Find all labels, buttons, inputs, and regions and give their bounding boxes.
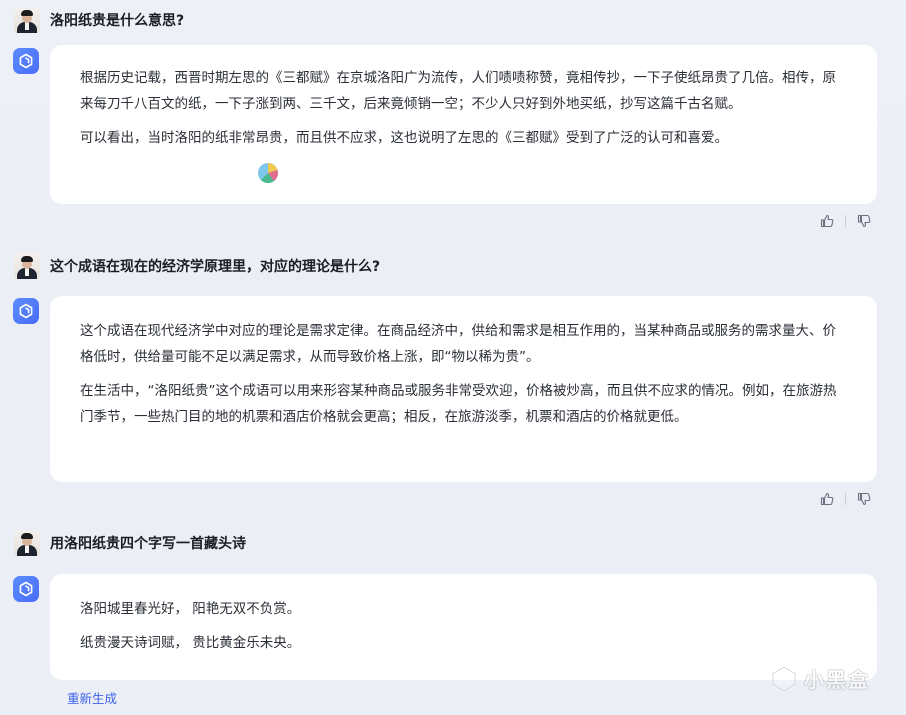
user-question: 洛阳纸贵是什么意思?	[50, 13, 185, 29]
user-question: 用洛阳纸贵四个字写一首藏头诗	[50, 536, 246, 552]
user-question: 这个成语在现在的经济学原理里，对应的理论是什么?	[50, 259, 381, 275]
feedback-bar	[819, 491, 872, 507]
thumbs-down-icon[interactable]	[856, 491, 872, 507]
cursor-loading-icon	[257, 162, 279, 184]
poem-line: 纸贵漫天诗词赋， 贵比黄金乐未央。	[80, 635, 301, 651]
divider	[845, 215, 846, 227]
answer-paragraph: 根据历史记载，西晋时期左思的《三都赋》在京城洛阳广为流传，人们啧啧称赞，竟相传抄…	[80, 70, 836, 112]
answer-paragraph: 在生活中，“洛阳纸贵”这个成语可以用来形容某种商品或服务非常受欢迎，价格被炒高，…	[80, 383, 837, 425]
poem-line: 洛阳城里春光好， 阳艳无双不负赏。	[80, 601, 301, 617]
bot-answer-3: 洛阳城里春光好， 阳艳无双不负赏。 纸贵漫天诗词赋， 贵比黄金乐未央。	[50, 574, 877, 680]
user-message-3: 用洛阳纸贵四个字写一首藏头诗	[14, 530, 246, 556]
user-avatar	[14, 253, 40, 279]
divider	[845, 493, 846, 505]
thumbs-down-icon[interactable]	[856, 213, 872, 229]
bot-answer-2: 这个成语在现代经济学中对应的理论是需求定律。在商品经济中，供给和需求是相互作用的…	[50, 296, 877, 482]
feedback-bar	[819, 213, 872, 229]
answer-paragraph: 这个成语在现代经济学中对应的理论是需求定律。在商品经济中，供给和需求是相互作用的…	[80, 323, 836, 365]
bot-answer-1: 根据历史记载，西晋时期左思的《三都赋》在京城洛阳广为流传，人们啧啧称赞，竟相传抄…	[50, 45, 877, 204]
thumbs-up-icon[interactable]	[819, 213, 835, 229]
watermark: 小黑盒	[770, 664, 870, 693]
bot-logo-icon	[13, 298, 39, 324]
user-message-1: 洛阳纸贵是什么意思?	[14, 7, 184, 33]
user-avatar	[14, 530, 40, 556]
watermark-text: 小黑盒	[804, 668, 870, 692]
bot-logo-icon	[13, 48, 39, 74]
regenerate-button[interactable]: 重新生成	[67, 688, 117, 707]
user-avatar	[14, 7, 40, 33]
thumbs-up-icon[interactable]	[819, 491, 835, 507]
watermark-logo-icon	[771, 665, 797, 692]
answer-paragraph: 可以看出，当时洛阳的纸非常昂贵，而且供不应求，这也说明了左思的《三都赋》受到了广…	[80, 130, 728, 146]
user-message-2: 这个成语在现在的经济学原理里，对应的理论是什么?	[14, 253, 380, 279]
bot-logo-icon	[13, 576, 39, 602]
